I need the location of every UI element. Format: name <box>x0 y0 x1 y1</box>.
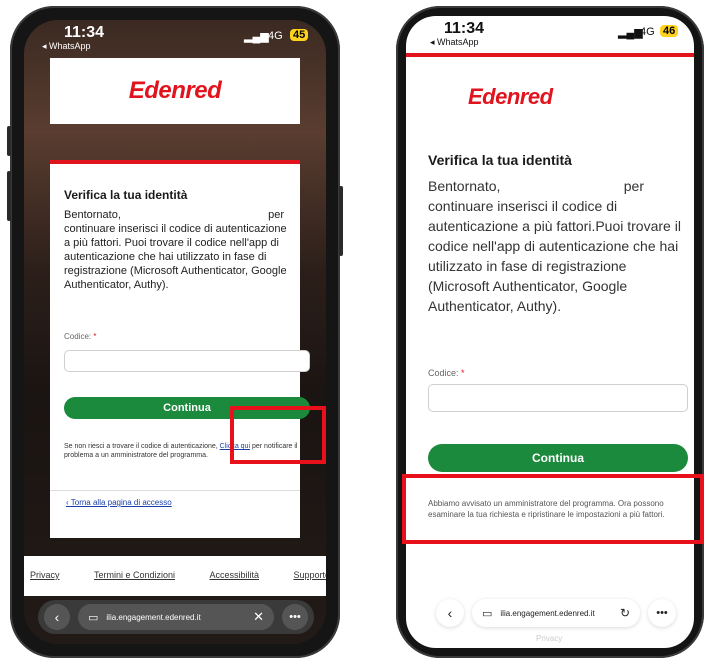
code-label-text: Codice: <box>428 368 459 378</box>
phone-side-button <box>7 126 11 156</box>
intro-body: continuare inserisci il codice di autent… <box>428 198 681 314</box>
code-label: Codice: * <box>64 332 96 341</box>
url-text: ilia.engagement.edenred.it <box>500 608 595 618</box>
status-time: 11:34 <box>64 24 105 41</box>
code-input[interactable] <box>64 350 310 372</box>
logo-area: Edenred <box>468 84 553 110</box>
intro-text: Bentornato, per continuare inserisci il … <box>64 208 292 292</box>
footer-privacy-link[interactable]: Privacy <box>536 634 562 643</box>
battery-badge: 46 <box>660 25 679 37</box>
card-accent-bar <box>50 160 300 164</box>
page-title: Verifica la tua identità <box>428 152 572 168</box>
chevron-left-icon[interactable]: ‹ <box>44 604 70 630</box>
intro-body: continuare inserisci il codice di autent… <box>64 223 287 291</box>
status-time: 11:34 <box>444 20 485 37</box>
battery-badge: 45 <box>290 29 309 41</box>
help-text-start: Se non riesci a trovare il codice di aut… <box>64 443 218 450</box>
status-bar: 11:34 ◂ WhatsApp ▂▄▆ 4G 45 <box>24 20 326 56</box>
phone-side-button <box>339 186 343 256</box>
intro-per: per <box>623 178 644 194</box>
footer-support-link[interactable]: Supporto <box>293 570 326 580</box>
signal-icon: ▂▄▆ <box>244 31 269 43</box>
left-phone: 11:34 ◂ WhatsApp ▂▄▆ 4G 45 Edenred Verif… <box>7 6 343 658</box>
continue-button[interactable]: Continua <box>428 444 688 472</box>
back-to-app[interactable]: ◂ WhatsApp <box>42 41 91 52</box>
required-mark: * <box>93 332 97 341</box>
top-accent-bar <box>406 53 694 57</box>
right-phone: 11:34 ◂ WhatsApp ▂▄▆ 4G 46 Edenred Verif… <box>396 6 704 658</box>
edenred-logo: Edenred <box>468 84 553 109</box>
logo-card: Edenred <box>50 58 300 124</box>
browser-bar: ‹ ▭ ilia.engagement.edenred.it ✕ ••• <box>38 600 314 634</box>
back-to-app[interactable]: ◂ WhatsApp <box>430 37 479 48</box>
footer-terms-link[interactable]: Termini e Condizioni <box>94 570 175 580</box>
footer-accessibility-link[interactable]: Accessibilità <box>209 570 259 580</box>
page-title: Verifica la tua identità <box>64 188 188 202</box>
highlight-box-link <box>230 406 326 464</box>
intro-greeting: Bentornato, <box>64 209 121 221</box>
status-bar: 11:34 ◂ WhatsApp ▂▄▆ 4G 46 <box>406 16 694 52</box>
chevron-left-icon[interactable]: ‹ <box>436 599 464 627</box>
network-type: 4G <box>640 26 655 38</box>
left-screen: 11:34 ◂ WhatsApp ▂▄▆ 4G 45 Edenred Verif… <box>24 20 326 644</box>
edenred-logo: Edenred <box>128 77 222 104</box>
intro-greeting: Bentornato, <box>428 178 501 194</box>
network-type: 4G <box>268 30 283 42</box>
intro-per: per <box>268 209 284 221</box>
close-icon[interactable]: ✕ <box>253 609 264 625</box>
back-to-login-link[interactable]: ‹ Torna alla pagina di accesso <box>66 498 172 507</box>
intro-text: Bentornato, per continuare inserisci il … <box>428 176 690 316</box>
required-mark: * <box>461 368 465 378</box>
url-pill[interactable]: ▭ ilia.engagement.edenred.it ✕ <box>78 604 274 630</box>
footer-privacy-link[interactable]: Privacy <box>30 570 60 580</box>
tabs-icon: ▭ <box>88 611 99 624</box>
footer-links: Privacy Termini e Condizioni Accessibili… <box>30 570 326 580</box>
reload-icon[interactable]: ↻ <box>620 606 630 620</box>
url-text: ilia.engagement.edenred.it <box>106 612 201 622</box>
divider <box>50 490 300 491</box>
code-label: Codice: * <box>428 368 465 378</box>
highlight-box-notice <box>402 474 704 544</box>
code-input[interactable] <box>428 384 688 412</box>
code-label-text: Codice: <box>64 332 92 341</box>
verify-card: Verifica la tua identità Bentornato, per… <box>50 160 310 538</box>
more-icon[interactable]: ••• <box>282 604 308 630</box>
signal-icon: ▂▄▆ <box>618 27 643 39</box>
tabs-icon: ▭ <box>482 607 493 620</box>
more-icon[interactable]: ••• <box>648 599 676 627</box>
browser-bar: ‹ ▭ ilia.engagement.edenred.it ↻ ••• <box>436 596 676 630</box>
right-screen: 11:34 ◂ WhatsApp ▂▄▆ 4G 46 Edenred Verif… <box>406 16 694 648</box>
phone-side-button <box>7 171 11 221</box>
url-pill[interactable]: ▭ ilia.engagement.edenred.it ↻ <box>472 599 640 627</box>
